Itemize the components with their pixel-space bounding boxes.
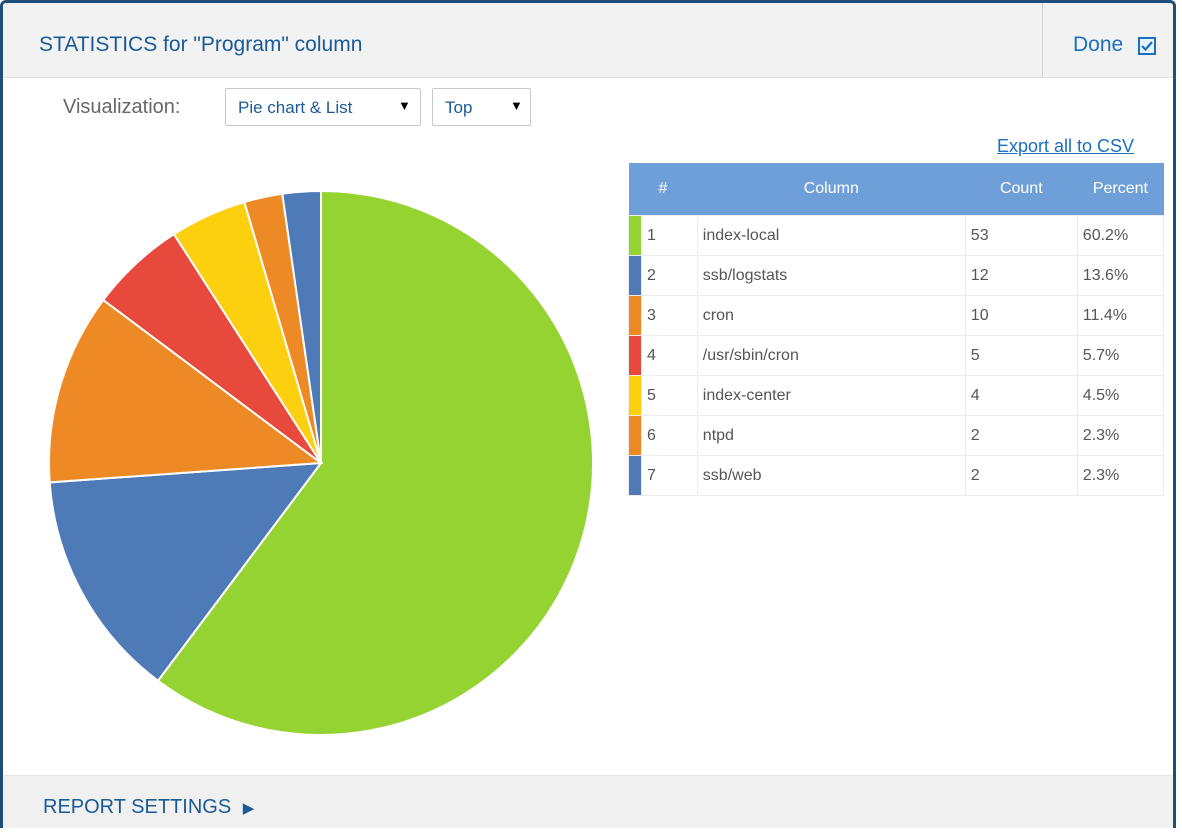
row-column: ntpd — [696, 415, 966, 456]
row-number: 5 — [641, 375, 698, 416]
table-row: 5 index-center 4 4.5% — [628, 375, 1165, 416]
row-number: 7 — [641, 455, 698, 496]
table-row: 3 cron 10 11.4% — [628, 295, 1165, 336]
table-row: 6 ntpd 2 2.3% — [628, 415, 1165, 456]
row-count: 53 — [964, 215, 1078, 256]
table-header-row: # Column Count Percent — [628, 163, 1164, 216]
row-number: 1 — [641, 215, 698, 256]
row-count: 12 — [964, 255, 1078, 296]
row-number: 6 — [641, 415, 698, 456]
header-percent: Percent — [1077, 163, 1164, 216]
row-count: 10 — [964, 295, 1078, 336]
report-settings-text: REPORT SETTINGS — [43, 796, 232, 818]
color-swatch — [628, 375, 642, 416]
row-percent: 2.3% — [1076, 455, 1165, 496]
header-count: Count — [965, 163, 1078, 216]
row-percent: 11.4% — [1076, 295, 1165, 336]
table-row: 2 ssb/logstats 12 13.6% — [628, 255, 1165, 296]
report-settings-bar[interactable]: REPORT SETTINGS ▶ — [3, 775, 1173, 828]
row-column: cron — [696, 295, 966, 336]
panel-title: STATISTICS for "Program" column — [39, 33, 363, 56]
row-count: 2 — [964, 455, 1078, 496]
row-column: /usr/sbin/cron — [696, 335, 966, 376]
row-column: index-local — [696, 215, 966, 256]
order-select[interactable]: Top ▼ — [432, 88, 531, 126]
row-column: ssb/logstats — [696, 255, 966, 296]
row-count: 2 — [964, 415, 1078, 456]
visualization-type-value: Pie chart & List — [238, 98, 353, 117]
row-number: 2 — [641, 255, 698, 296]
color-swatch — [628, 455, 642, 496]
row-number: 4 — [641, 335, 698, 376]
visualization-type-select[interactable]: Pie chart & List ▼ — [225, 88, 421, 126]
statistics-table: # Column Count Percent 1 index-local 53 60.… — [628, 163, 1165, 496]
dropdown-arrow-icon: ▼ — [510, 98, 523, 113]
row-percent: 4.5% — [1076, 375, 1165, 416]
color-swatch — [628, 415, 642, 456]
row-column: ssb/web — [696, 455, 966, 496]
report-settings-label: REPORT SETTINGS ▶ — [43, 796, 254, 819]
row-percent: 13.6% — [1076, 255, 1165, 296]
pie-chart-svg — [48, 189, 594, 736]
dropdown-arrow-icon: ▼ — [398, 98, 411, 113]
checkbox-icon — [1138, 37, 1156, 55]
header-number: # — [628, 163, 698, 216]
row-count: 5 — [964, 335, 1078, 376]
order-value: Top — [445, 98, 473, 117]
row-percent: 5.7% — [1076, 335, 1165, 376]
row-percent: 60.2% — [1076, 215, 1165, 256]
triangle-right-icon: ▶ — [242, 800, 255, 817]
table-row: 7 ssb/web 2 2.3% — [628, 455, 1165, 496]
done-label: Done — [1073, 33, 1124, 56]
visualization-label: Visualization: — [63, 96, 181, 118]
table-row: 1 index-local 53 60.2% — [628, 215, 1165, 256]
pie-chart — [15, 189, 595, 774]
panel-header: STATISTICS for "Program" column Done — [3, 3, 1173, 78]
color-swatch — [628, 255, 642, 296]
color-swatch — [628, 335, 642, 376]
row-count: 4 — [964, 375, 1078, 416]
row-number: 3 — [641, 295, 698, 336]
table-row: 4/usr/sbin/cron 5 5.7% — [628, 335, 1165, 376]
statistics-panel: STATISTICS for "Program" column Done Vis… — [0, 0, 1176, 828]
color-swatch — [628, 295, 642, 336]
export-csv-link[interactable]: Export all to CSV — [997, 136, 1134, 157]
header-column: Column — [697, 163, 966, 216]
row-percent: 2.3% — [1076, 415, 1165, 456]
color-swatch — [628, 215, 642, 256]
row-column: index-center — [696, 375, 966, 416]
done-button[interactable]: Done — [1042, 3, 1173, 77]
